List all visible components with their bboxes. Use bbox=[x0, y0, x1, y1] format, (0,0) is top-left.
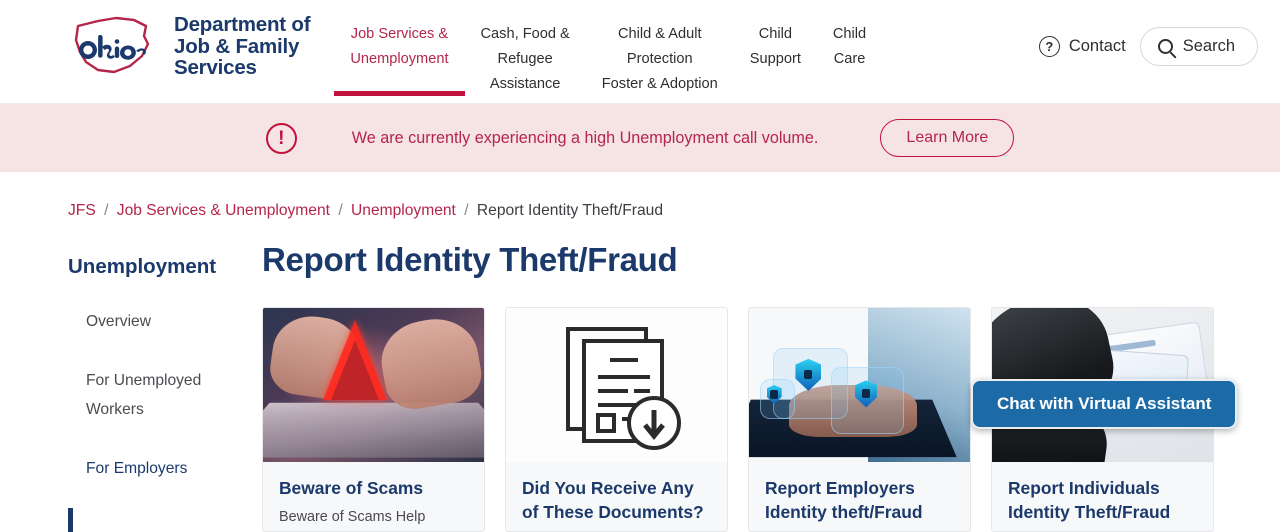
breadcrumb-separator: / bbox=[104, 202, 109, 219]
brand-line-3: Services bbox=[174, 56, 257, 79]
nav-label-line1: Job Services & bbox=[350, 26, 449, 42]
primary-navigation: Job Services & Unemployment Cash, Food &… bbox=[334, 0, 882, 104]
card-title: Report Individuals Identity Theft/Fraud bbox=[1008, 478, 1171, 522]
card-body: Report Employers Identity theft/Fraud bbox=[749, 462, 970, 531]
breadcrumb-separator: / bbox=[464, 202, 469, 219]
chat-with-virtual-assistant-button[interactable]: Chat with Virtual Assistant bbox=[971, 379, 1238, 429]
brand-line-2: Job & Family bbox=[174, 34, 300, 58]
card-body: Did You Receive Any of These Documents? bbox=[506, 462, 727, 531]
sidebar-active-indicator bbox=[68, 508, 73, 532]
nav-label-line1: Child & Adult bbox=[617, 26, 702, 42]
sidebar-item-for-employers[interactable]: For Employers bbox=[86, 454, 221, 483]
sidebar-navigation: Overview For Unemployed Workers For Empl… bbox=[68, 307, 262, 532]
nav-item-child-support[interactable]: Child Support bbox=[734, 0, 817, 104]
breadcrumb-current: Report Identity Theft/Fraud bbox=[476, 202, 663, 219]
card-body: Beware of Scams Beware of Scams Help bbox=[263, 462, 484, 528]
card-description bbox=[522, 524, 711, 531]
nav-label-line2: Protection bbox=[626, 51, 693, 67]
search-icon bbox=[1157, 39, 1173, 54]
search-label: Search bbox=[1182, 37, 1235, 55]
brand-name: Department of Job & Family Services bbox=[174, 13, 311, 79]
right-hand-shape bbox=[375, 312, 484, 415]
nav-item-cash-food-refugee-assistance[interactable]: Cash, Food & Refugee Assistance bbox=[465, 0, 586, 104]
exclamation-circle-icon: ! bbox=[265, 122, 297, 154]
breadcrumb-item-job-services-unemployment[interactable]: Job Services & Unemployment bbox=[117, 202, 330, 219]
sidebar-item-for-unemployed-workers[interactable]: For Unemployed Workers bbox=[86, 366, 221, 424]
contact-button[interactable]: ? Contact bbox=[1038, 36, 1126, 57]
sidebar-item-overview[interactable]: Overview bbox=[86, 307, 221, 336]
keyboard-shape bbox=[263, 402, 484, 458]
brand-logo[interactable]: Department of Job & Family Services bbox=[68, 0, 311, 79]
nav-label-line2: Refugee bbox=[497, 51, 553, 67]
nav-label-line1: Child bbox=[832, 26, 867, 42]
nav-item-job-services-unemployment[interactable]: Job Services & Unemployment bbox=[334, 0, 465, 104]
nav-label-line3: Foster & Adoption bbox=[601, 76, 718, 92]
card-beware-of-scams[interactable]: Beware of Scams Beware of Scams Help bbox=[262, 307, 485, 532]
nav-label-line2: Support bbox=[749, 51, 801, 67]
nav-label-line2: Care bbox=[833, 51, 866, 67]
search-button[interactable]: Search bbox=[1139, 27, 1258, 66]
sidebar-heading: Unemployment bbox=[68, 255, 217, 278]
card-title: Beware of Scams bbox=[279, 478, 424, 498]
nav-item-child-care[interactable]: Child Care bbox=[817, 0, 882, 104]
warning-triangle-inner bbox=[330, 340, 379, 401]
title-row: Unemployment Report Identity Theft/Fraud bbox=[68, 241, 1280, 279]
card-description bbox=[765, 524, 954, 531]
contact-label: Contact bbox=[1068, 37, 1126, 55]
nav-label-line1: Child bbox=[758, 26, 792, 42]
card-title: Did You Receive Any of These Documents? bbox=[522, 478, 704, 522]
active-nav-underline bbox=[334, 91, 465, 96]
document-download-icon bbox=[565, 327, 681, 450]
breadcrumb: JFS / Job Services & Unemployment / Unem… bbox=[68, 172, 1280, 220]
laptop-hands-warning-triangle-image bbox=[263, 308, 484, 462]
nav-item-child-adult-protection[interactable]: Child & Adult Protection Foster & Adopti… bbox=[586, 0, 734, 104]
card-description bbox=[1008, 524, 1197, 531]
card-report-employers-identity-theft[interactable]: Report Employers Identity theft/Fraud bbox=[748, 307, 971, 532]
brand-line-1: Department of bbox=[174, 13, 311, 36]
header-actions: ? Contact Search bbox=[1038, 27, 1258, 66]
breadcrumb-item-jfs[interactable]: JFS bbox=[68, 202, 96, 219]
nav-label-line1: Cash, Food & bbox=[480, 26, 570, 42]
breadcrumb-separator: / bbox=[338, 202, 343, 219]
ohio-state-logo-icon bbox=[68, 14, 160, 78]
learn-more-button[interactable]: Learn More bbox=[880, 119, 1015, 157]
page-title: Report Identity Theft/Fraud bbox=[262, 241, 678, 278]
alert-message: We are currently experiencing a high Une… bbox=[351, 128, 819, 147]
cybersecurity-shields-image bbox=[749, 308, 970, 462]
card-did-you-receive-documents[interactable]: Did You Receive Any of These Documents? bbox=[505, 307, 728, 532]
nav-label-line3: Assistance bbox=[489, 76, 561, 92]
nav-label-line2: Unemployment bbox=[350, 51, 449, 67]
site-header: Department of Job & Family Services Job … bbox=[0, 0, 1280, 104]
question-circle-icon: ? bbox=[1038, 36, 1060, 57]
breadcrumb-item-unemployment[interactable]: Unemployment bbox=[351, 202, 456, 219]
card-body: Report Individuals Identity Theft/Fraud bbox=[992, 462, 1213, 531]
alert-banner: ! We are currently experiencing a high U… bbox=[0, 104, 1280, 172]
card-title: Report Employers Identity theft/Fraud bbox=[765, 478, 923, 522]
page-content: JFS / Job Services & Unemployment / Unem… bbox=[0, 172, 1280, 532]
card-description: Beware of Scams Help bbox=[279, 509, 426, 525]
documents-download-image bbox=[506, 308, 727, 462]
